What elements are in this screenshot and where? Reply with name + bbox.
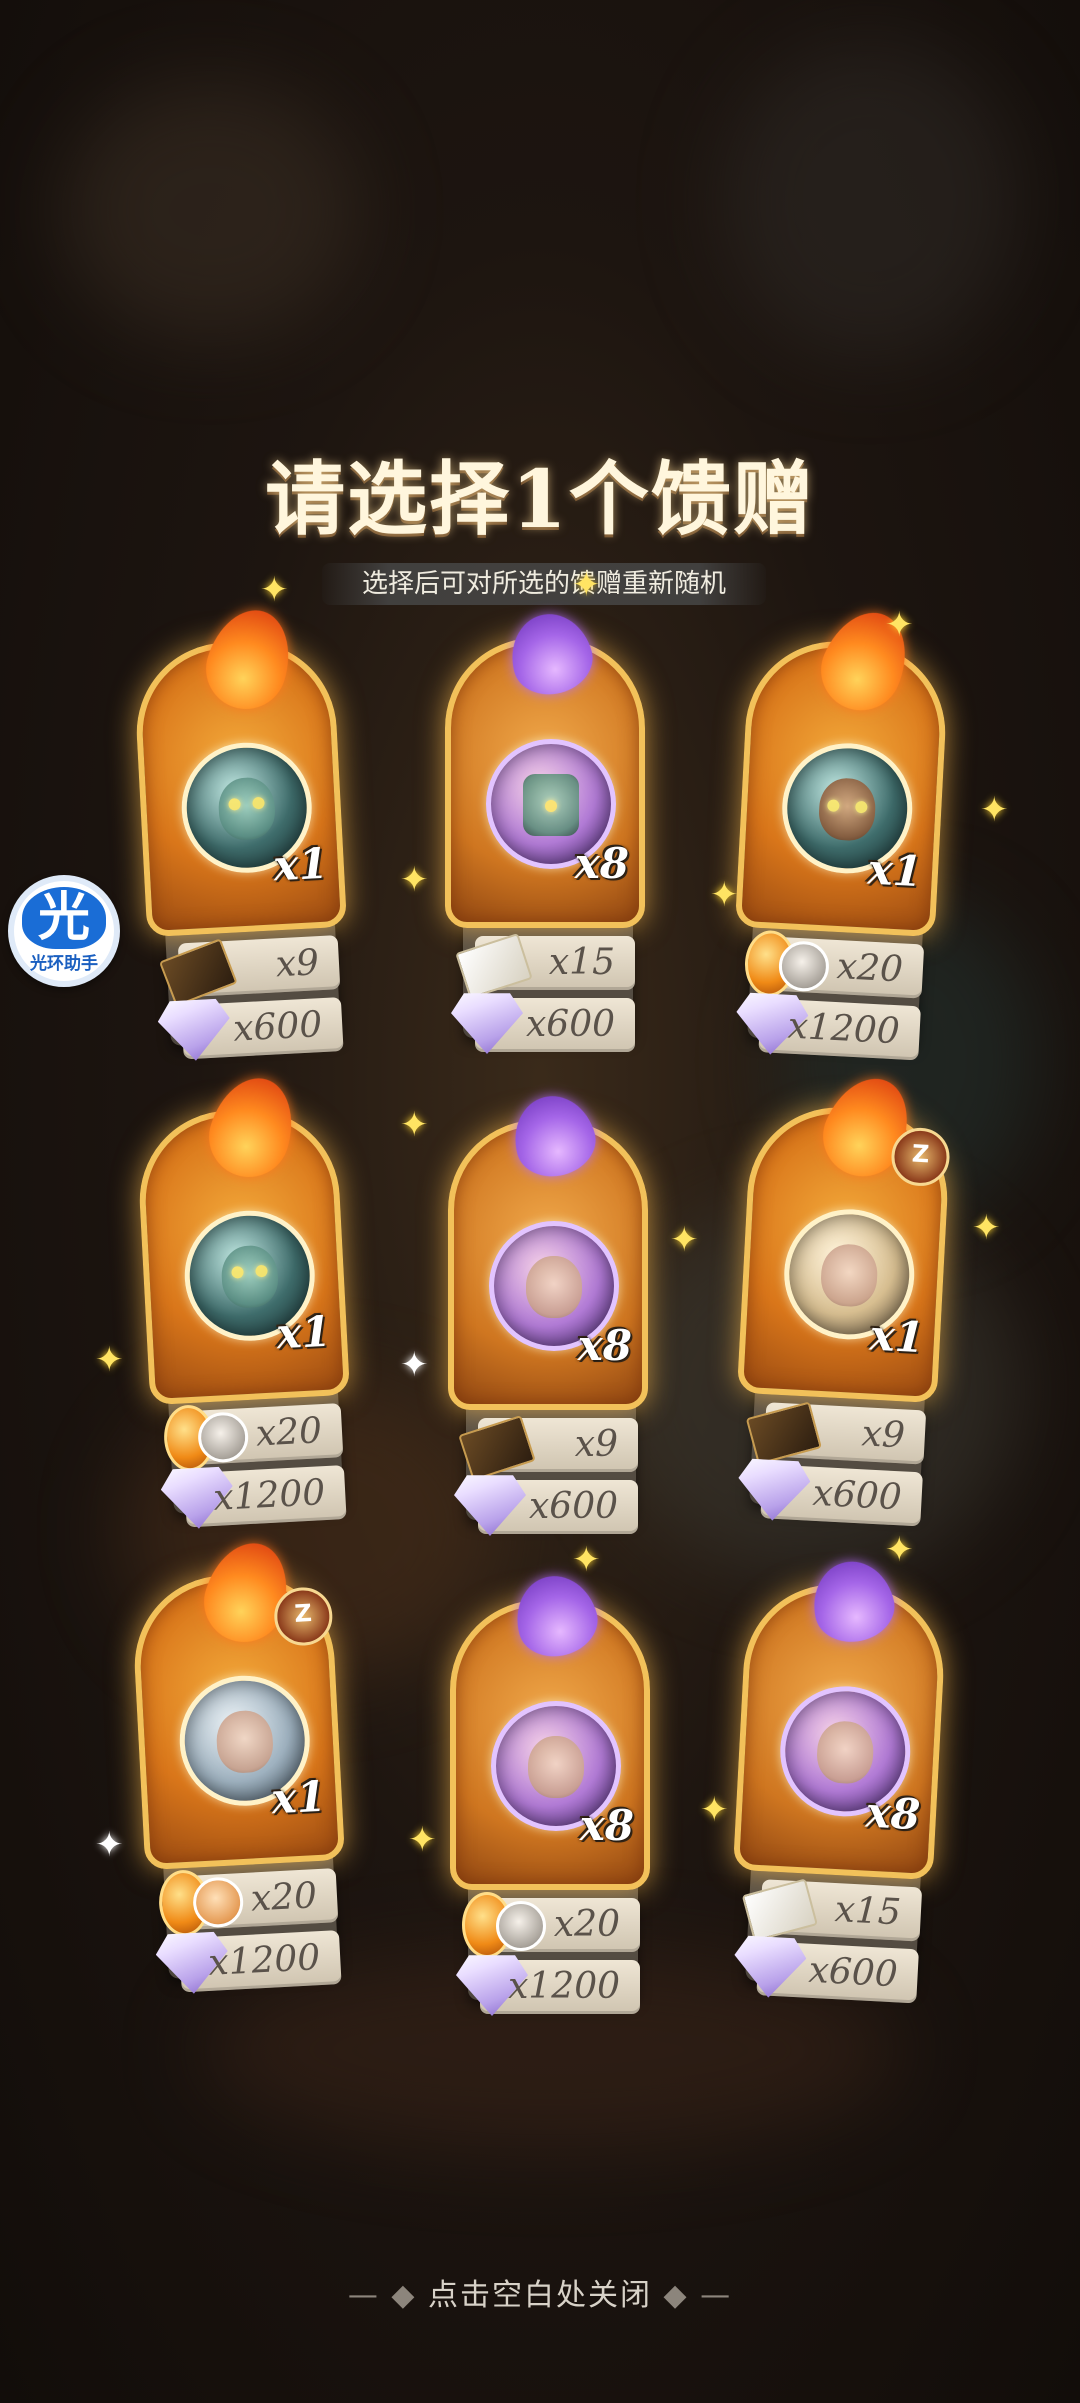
sparkle-icon: ✦ xyxy=(408,1820,437,1860)
multiplier: x8 xyxy=(579,1801,634,1850)
sparkle-icon: ✦ xyxy=(885,605,914,645)
page-title: 请选择1个馈赠 xyxy=(265,452,815,546)
reward-value: x1200 xyxy=(786,1005,901,1053)
reward-value: x20 xyxy=(553,1904,620,1945)
reward-row-1: x20 xyxy=(157,1868,339,1938)
diamond-icon xyxy=(451,993,523,1054)
reward-value: x1200 xyxy=(212,1472,327,1519)
multiplier: x1 xyxy=(272,838,330,891)
reward-row-2: x600 xyxy=(756,1941,919,2004)
sparkle-icon: ✦ xyxy=(95,1340,124,1380)
gift-card-4[interactable]: x1 x20 x1200 xyxy=(134,1067,357,1527)
rank-badge-icon: Z xyxy=(272,1586,334,1647)
gift-card-8[interactable]: x8 x20 x1200 xyxy=(450,1567,650,2016)
assistant-logo-icon: 光 xyxy=(22,887,106,949)
reward-value: x20 xyxy=(254,1410,324,1455)
reward-value: x20 xyxy=(835,946,904,991)
reward-value: x15 xyxy=(833,1889,902,1934)
sparkle-icon: ✦ xyxy=(572,565,601,605)
gift-card-9[interactable]: x8 x15 x600 xyxy=(727,1550,950,2004)
rank-badge-icon: Z xyxy=(890,1126,951,1188)
sparkle-icon: ✦ xyxy=(400,1345,429,1385)
reward-row-1: x9 xyxy=(745,1401,927,1465)
card-frame: x8 xyxy=(732,1554,948,1881)
sparkle-icon: ✦ xyxy=(400,860,429,900)
sparkle-icon: ✦ xyxy=(670,1220,699,1260)
reward-value: x1200 xyxy=(508,1966,620,2007)
card-frame: Z x1 xyxy=(130,1532,346,1871)
assistant-floating-button[interactable]: 光 光环助手 xyxy=(8,875,120,987)
multiplier: x1 xyxy=(868,1310,926,1363)
reward-row-2: x1200 xyxy=(758,998,921,1061)
reward-value: x600 xyxy=(811,1472,903,1519)
reward-row-2: x1200 xyxy=(456,1955,640,2016)
subtitle: 选择后可对所选的馈赠重新随机 xyxy=(322,563,766,605)
close-hint[interactable]: — ◆ 点击空白处关闭 ◆ — xyxy=(0,2270,1080,2314)
fire-icon xyxy=(196,599,302,719)
reward-row-2: x600 xyxy=(454,1475,638,1536)
sparkle-icon: ✦ xyxy=(980,790,1009,830)
reward-value: x600 xyxy=(525,1004,615,1045)
card-frame: Z x1 xyxy=(736,1065,952,1404)
reward-row-2: x1200 xyxy=(179,1930,342,1992)
sparkle-icon: ✦ xyxy=(700,1790,729,1830)
reward-value: x600 xyxy=(528,1486,618,1527)
purple-flame-icon xyxy=(505,1087,603,1185)
sparkle-icon: ✦ xyxy=(260,570,289,610)
multiplier: x8 xyxy=(577,1321,632,1370)
multiplier: x8 xyxy=(574,839,629,888)
purple-flame-icon xyxy=(507,1567,605,1665)
reward-row-1: x15 xyxy=(455,932,635,1000)
multiplier: x1 xyxy=(275,1306,333,1359)
reward-row-1: x9 xyxy=(158,935,341,1007)
multiplier: x8 xyxy=(864,1787,922,1840)
right-ornament: ◆ — xyxy=(663,2278,733,2313)
avatar-icon xyxy=(496,1901,546,1951)
multiplier: x1 xyxy=(866,844,924,897)
diamond-icon xyxy=(157,993,232,1063)
sparkle-icon: ✦ xyxy=(972,1208,1001,1248)
gift-card-6[interactable]: Z x1 x9 x600 xyxy=(731,1065,954,1527)
sparkle-icon: ✦ xyxy=(885,1530,914,1570)
card-frame: x1 xyxy=(734,599,950,938)
close-hint-text: 点击空白处关闭 xyxy=(428,2278,652,2313)
reward-row-1: x20 xyxy=(743,929,925,999)
reward-value: x15 xyxy=(548,942,615,983)
reward-value: x600 xyxy=(232,1004,324,1050)
reward-row-1: x20 xyxy=(462,1892,640,1958)
gift-card-7[interactable]: Z x1 x20 x1200 xyxy=(129,1532,352,1992)
reward-value: x1200 xyxy=(207,1937,322,1984)
reward-row-1: x9 xyxy=(458,1414,638,1482)
sparkle-icon: ✦ xyxy=(400,1105,429,1145)
gift-card-2[interactable]: x8 x15 x600 xyxy=(445,605,645,1054)
gift-card-1[interactable]: x1 x9 x600 xyxy=(131,599,354,1059)
card-frame: x8 xyxy=(450,1567,650,1890)
sparkle-icon: ✦ xyxy=(572,1540,601,1580)
diamond-icon xyxy=(454,1475,526,1536)
sparkle-icon: ✦ xyxy=(95,1825,124,1865)
reward-value: x9 xyxy=(274,942,321,986)
reward-row-2: x1200 xyxy=(184,1465,347,1527)
card-frame: x1 xyxy=(132,599,348,938)
multiplier: x1 xyxy=(270,1771,328,1824)
reward-value: x20 xyxy=(249,1875,319,1920)
sparkle-icon: ✦ xyxy=(710,875,739,915)
card-frame: x8 xyxy=(445,605,645,928)
reward-row-1: x20 xyxy=(162,1403,344,1473)
card-frame: x1 xyxy=(135,1067,351,1406)
reward-value: x9 xyxy=(574,1424,618,1465)
reward-row-2: x600 xyxy=(451,993,635,1054)
assistant-label: 光环助手 xyxy=(30,954,98,974)
gift-card-3[interactable]: x1 x20 x1200 xyxy=(729,599,952,1061)
card-frame: x8 xyxy=(448,1087,648,1410)
gift-card-5[interactable]: x8 x9 x600 xyxy=(448,1087,648,1536)
reward-row-1: x15 xyxy=(741,1878,923,1942)
fire-icon xyxy=(199,1067,305,1187)
reward-row-2: x600 xyxy=(760,1464,923,1527)
reward-row-2: x600 xyxy=(181,997,344,1059)
reward-value: x9 xyxy=(860,1413,906,1457)
purple-flame-icon xyxy=(502,605,600,703)
reward-value: x600 xyxy=(807,1949,899,1996)
left-ornament: — ◆ xyxy=(347,2278,428,2313)
